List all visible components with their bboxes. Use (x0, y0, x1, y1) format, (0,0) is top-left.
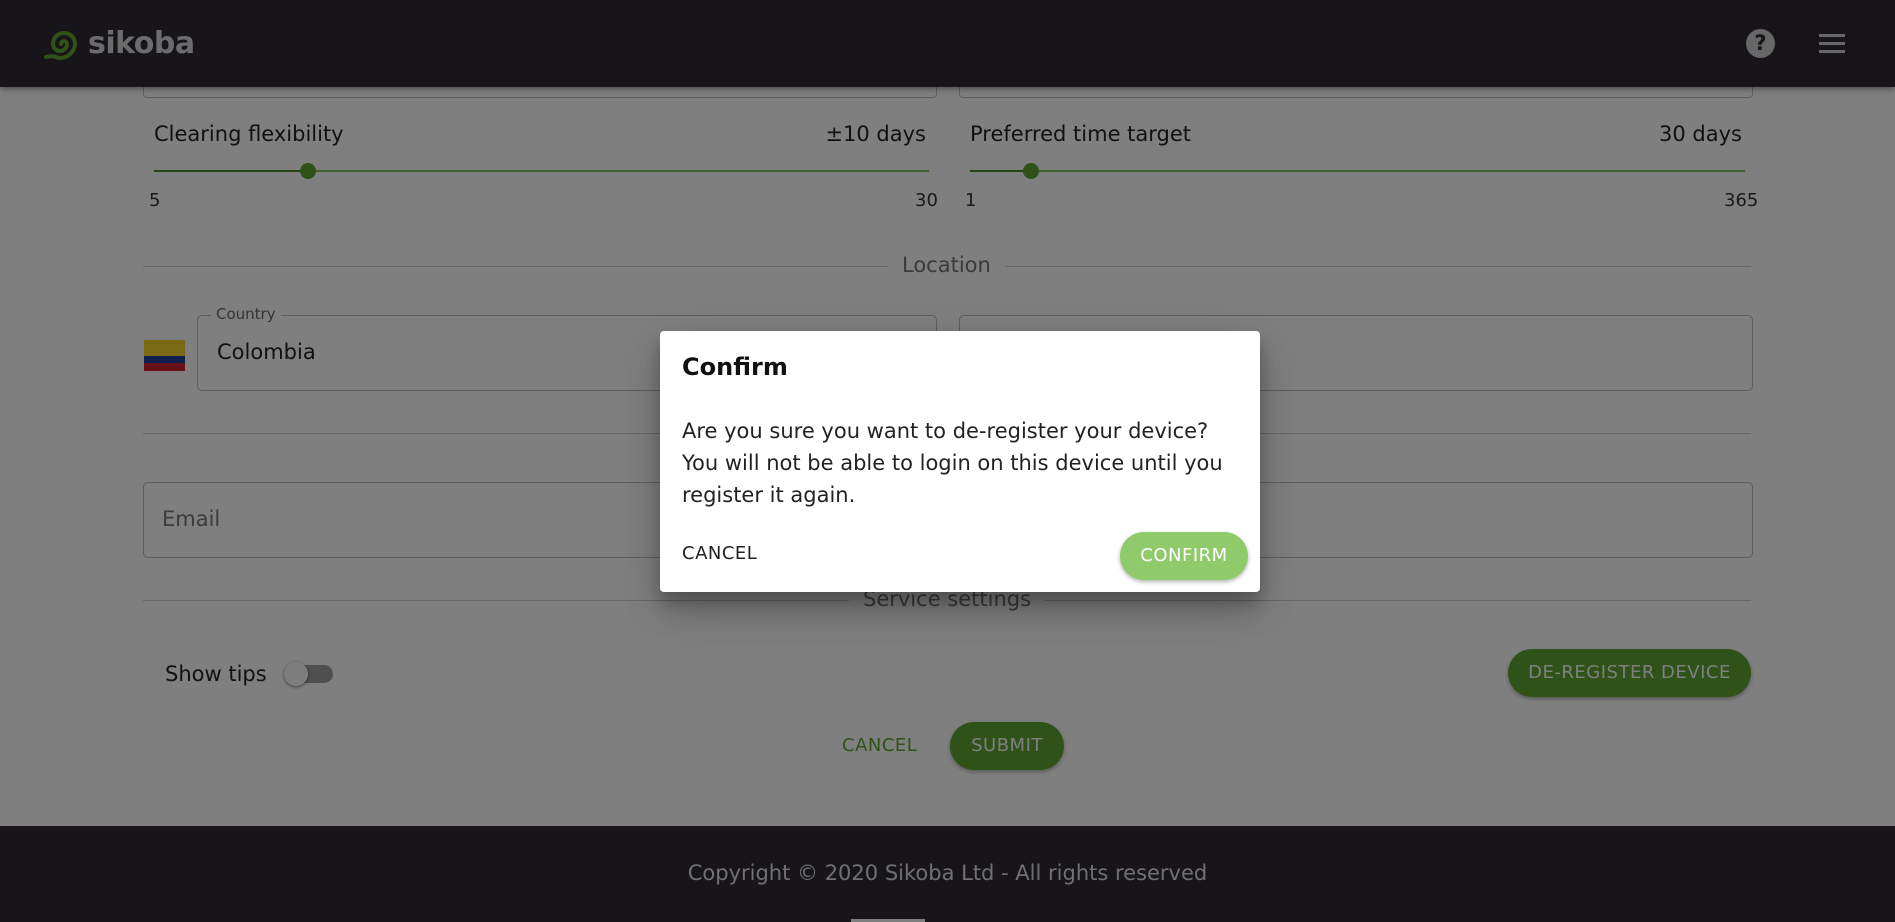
confirm-dialog: Confirm Are you sure you want to de-regi… (660, 331, 1260, 592)
dialog-confirm-button[interactable]: CONFIRM (1120, 532, 1248, 580)
dialog-message: Are you sure you want to de-register you… (682, 419, 1223, 507)
dialog-title: Confirm (682, 353, 788, 381)
dialog-cancel-button[interactable]: CANCEL (682, 543, 757, 564)
